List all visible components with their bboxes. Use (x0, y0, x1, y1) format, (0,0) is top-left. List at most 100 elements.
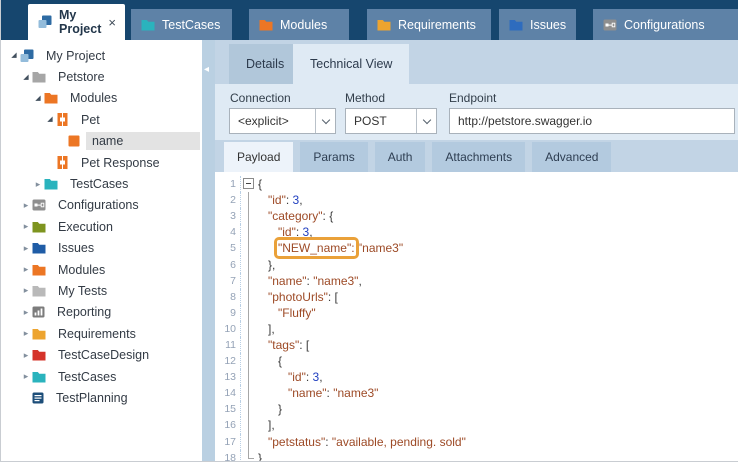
tab-testcases[interactable]: TestCases (131, 9, 232, 40)
code-text: "id": 3, (256, 225, 313, 239)
method-value: POST (346, 114, 416, 128)
tab-label: TestCases (162, 18, 220, 32)
tree-item-label: Requirements (52, 325, 142, 343)
collapse-arrow-icon[interactable]: ▸ (20, 351, 32, 360)
folder-icon (259, 19, 273, 31)
tab-my-project[interactable]: My Project× (28, 4, 125, 40)
editor-line[interactable]: 4"id": 3, (215, 224, 738, 240)
subtab-params[interactable]: Params (300, 142, 367, 172)
subtab-attachments[interactable]: Attachments (432, 142, 525, 172)
editor-line[interactable]: 3"category": { (215, 208, 738, 224)
folder-icon (32, 349, 46, 361)
sidebar-item-my-project[interactable]: ◢My Project (1, 45, 202, 66)
fold-column (241, 305, 256, 321)
connection-select[interactable]: <explicit> (229, 108, 336, 134)
endpoint-input[interactable] (450, 114, 734, 128)
tab-issues[interactable]: Issues (499, 9, 576, 40)
project-icon (38, 15, 52, 29)
fold-column (241, 273, 256, 289)
editor-line[interactable]: 14"name": "name3" (215, 385, 738, 401)
collapse-arrow-icon[interactable]: ▸ (20, 329, 32, 338)
editor-line[interactable]: 18} (215, 450, 738, 461)
connection-label: Connection (230, 91, 291, 105)
fold-column (241, 385, 256, 401)
sidebar-item-configurations[interactable]: ▸Configurations (1, 195, 202, 216)
chevron-down-icon[interactable] (416, 109, 436, 133)
fold-toggle-icon[interactable] (243, 178, 254, 189)
expand-arrow-icon[interactable]: ◢ (8, 52, 20, 59)
line-number: 10 (215, 321, 241, 337)
sidebar-item-reporting[interactable]: ▸Reporting (1, 302, 202, 323)
view-tab-strip: DetailsTechnical View (215, 40, 738, 84)
sidebar-item-petstore[interactable]: ◢Petstore (1, 66, 202, 87)
editor-line[interactable]: 10], (215, 321, 738, 337)
expand-arrow-icon[interactable]: ◢ (32, 95, 44, 102)
editor-line[interactable]: 9"Fluffy" (215, 305, 738, 321)
code-text: } (256, 451, 262, 461)
payload-editor[interactable]: 1{2"id": 3,3"category": {4"id": 3,5"NEW_… (215, 172, 738, 461)
tab-label: Requirements (398, 18, 476, 32)
editor-line[interactable]: 15} (215, 401, 738, 417)
collapse-arrow-icon[interactable]: ▸ (32, 180, 44, 189)
code-text: }, (256, 258, 275, 272)
collapse-arrow-icon[interactable]: ▸ (20, 222, 32, 231)
chevron-down-icon[interactable] (315, 109, 335, 133)
editor-line[interactable]: 17"petstatus": "available, pending. sold… (215, 434, 738, 450)
fold-column (241, 401, 256, 417)
folder-icon (509, 19, 523, 31)
fold-column (241, 208, 256, 224)
editor-line[interactable]: 11"tags": [ (215, 337, 738, 353)
method-select[interactable]: POST (345, 108, 437, 134)
code-text: "id": 3, (256, 193, 303, 207)
sidebar-splitter[interactable]: ◂ (202, 40, 215, 461)
collapse-arrow-icon[interactable]: ▸ (20, 372, 32, 381)
line-number: 18 (215, 450, 241, 461)
tree-item-label: TestCases (64, 175, 134, 193)
code-text: "name": "name3" (256, 386, 378, 400)
sidebar-item-testcasedesign[interactable]: ▸TestCaseDesign (1, 344, 202, 365)
sidebar-item-modules[interactable]: ◢Modules (1, 88, 202, 109)
collapse-arrow-icon[interactable]: ▸ (20, 244, 32, 253)
collapse-sidebar-icon[interactable]: ◂ (204, 64, 209, 75)
editor-line[interactable]: 12 { (215, 353, 738, 369)
collapse-arrow-icon[interactable]: ▸ (20, 308, 32, 317)
collapse-arrow-icon[interactable]: ▸ (20, 201, 32, 210)
tab-requirements[interactable]: Requirements (367, 9, 491, 40)
editor-line[interactable]: 8"photoUrls": [ (215, 289, 738, 305)
line-number: 5 (215, 240, 241, 256)
expand-arrow-icon[interactable]: ◢ (20, 74, 32, 81)
sidebar-item-my-tests[interactable]: ▸My Tests (1, 280, 202, 301)
line-number: 12 (215, 353, 241, 369)
editor-line[interactable]: 6}, (215, 256, 738, 272)
subtab-payload[interactable]: Payload (224, 142, 293, 172)
sidebar-item-name[interactable]: name (1, 131, 202, 152)
editor-line[interactable]: 1{ (215, 176, 738, 192)
collapse-arrow-icon[interactable]: ▸ (20, 265, 32, 274)
editor-line[interactable]: 16], (215, 417, 738, 433)
sidebar-item-pet[interactable]: ◢Pet (1, 109, 202, 130)
sidebar-item-requirements[interactable]: ▸ Requirements (1, 323, 202, 344)
line-number: 11 (215, 337, 241, 353)
editor-line[interactable]: 13"id": 3, (215, 369, 738, 385)
folder-icon (141, 19, 155, 31)
sidebar-item-pet-response[interactable]: Pet Response (1, 152, 202, 173)
code-text: { (256, 354, 282, 368)
expand-arrow-icon[interactable]: ◢ (44, 116, 56, 123)
subtab-auth[interactable]: Auth (375, 142, 426, 172)
sidebar-item-testcases[interactable]: ▸TestCases (1, 366, 202, 387)
tab-modules[interactable]: Modules (249, 9, 349, 40)
tab-details[interactable]: Details (229, 44, 301, 84)
close-tab-icon[interactable]: × (108, 15, 116, 30)
subtab-advanced[interactable]: Advanced (532, 142, 611, 172)
tab-technical-view[interactable]: Technical View (293, 44, 409, 84)
editor-line[interactable]: 7"name": "name3", (215, 273, 738, 289)
sidebar-item-testcases[interactable]: ▸ TestCases (1, 173, 202, 194)
tab-configurations[interactable]: Configurations (593, 9, 738, 40)
sidebar-item-testplanning[interactable]: TestPlanning (1, 387, 202, 408)
sidebar-item-issues[interactable]: ▸Issues (1, 238, 202, 259)
collapse-arrow-icon[interactable]: ▸ (20, 286, 32, 295)
editor-line[interactable]: 5"NEW_name": "name3" (215, 240, 738, 256)
sidebar-item-execution[interactable]: ▸Execution (1, 216, 202, 237)
sidebar-item-modules[interactable]: ▸Modules (1, 259, 202, 280)
editor-line[interactable]: 2"id": 3, (215, 192, 738, 208)
